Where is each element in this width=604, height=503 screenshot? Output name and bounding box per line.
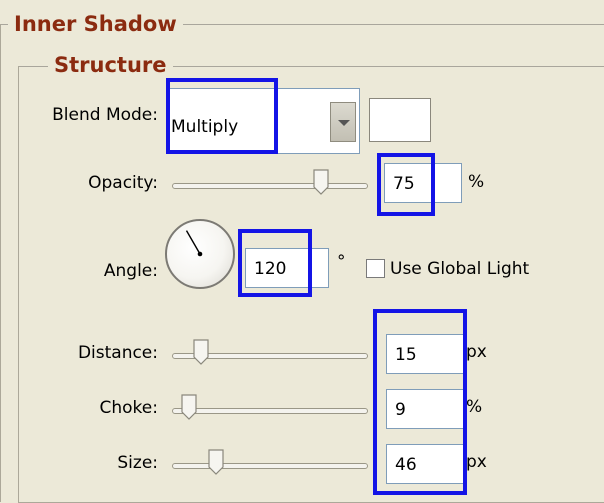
blend-mode-label: Blend Mode:	[52, 105, 158, 125]
choke-slider-track[interactable]	[172, 408, 368, 414]
size-slider-thumb[interactable]	[208, 449, 224, 475]
opacity-unit: %	[468, 172, 485, 192]
size-unit: px	[466, 452, 487, 472]
shadow-color-swatch[interactable]	[369, 98, 431, 142]
size-slider-track[interactable]	[172, 463, 368, 469]
chevron-down-icon	[338, 120, 350, 126]
angle-unit: °	[337, 252, 346, 272]
opacity-highlight	[377, 153, 435, 216]
angle-highlight	[238, 229, 312, 297]
distance-choke-size-highlight	[373, 309, 467, 495]
use-global-light-checkbox[interactable]	[366, 259, 385, 278]
inner-shadow-title: Inner Shadow	[8, 12, 183, 36]
blend-mode-highlight	[166, 78, 278, 154]
structure-title: Structure	[48, 53, 173, 77]
opacity-slider-thumb[interactable]	[313, 169, 329, 195]
choke-unit: %	[466, 397, 483, 417]
size-label: Size:	[117, 453, 158, 473]
distance-slider-thumb[interactable]	[193, 339, 209, 365]
opacity-slider-track[interactable]	[172, 183, 368, 189]
choke-label: Choke:	[99, 398, 158, 418]
blend-mode-dropdown-button[interactable]	[330, 102, 356, 142]
angle-label: Angle:	[103, 261, 158, 281]
distance-label: Distance:	[77, 343, 158, 363]
angle-dial[interactable]	[165, 219, 235, 289]
distance-unit: px	[466, 342, 487, 362]
choke-slider-thumb[interactable]	[181, 394, 197, 420]
opacity-label: Opacity:	[88, 173, 158, 193]
use-global-light-label: Use Global Light	[390, 259, 530, 279]
